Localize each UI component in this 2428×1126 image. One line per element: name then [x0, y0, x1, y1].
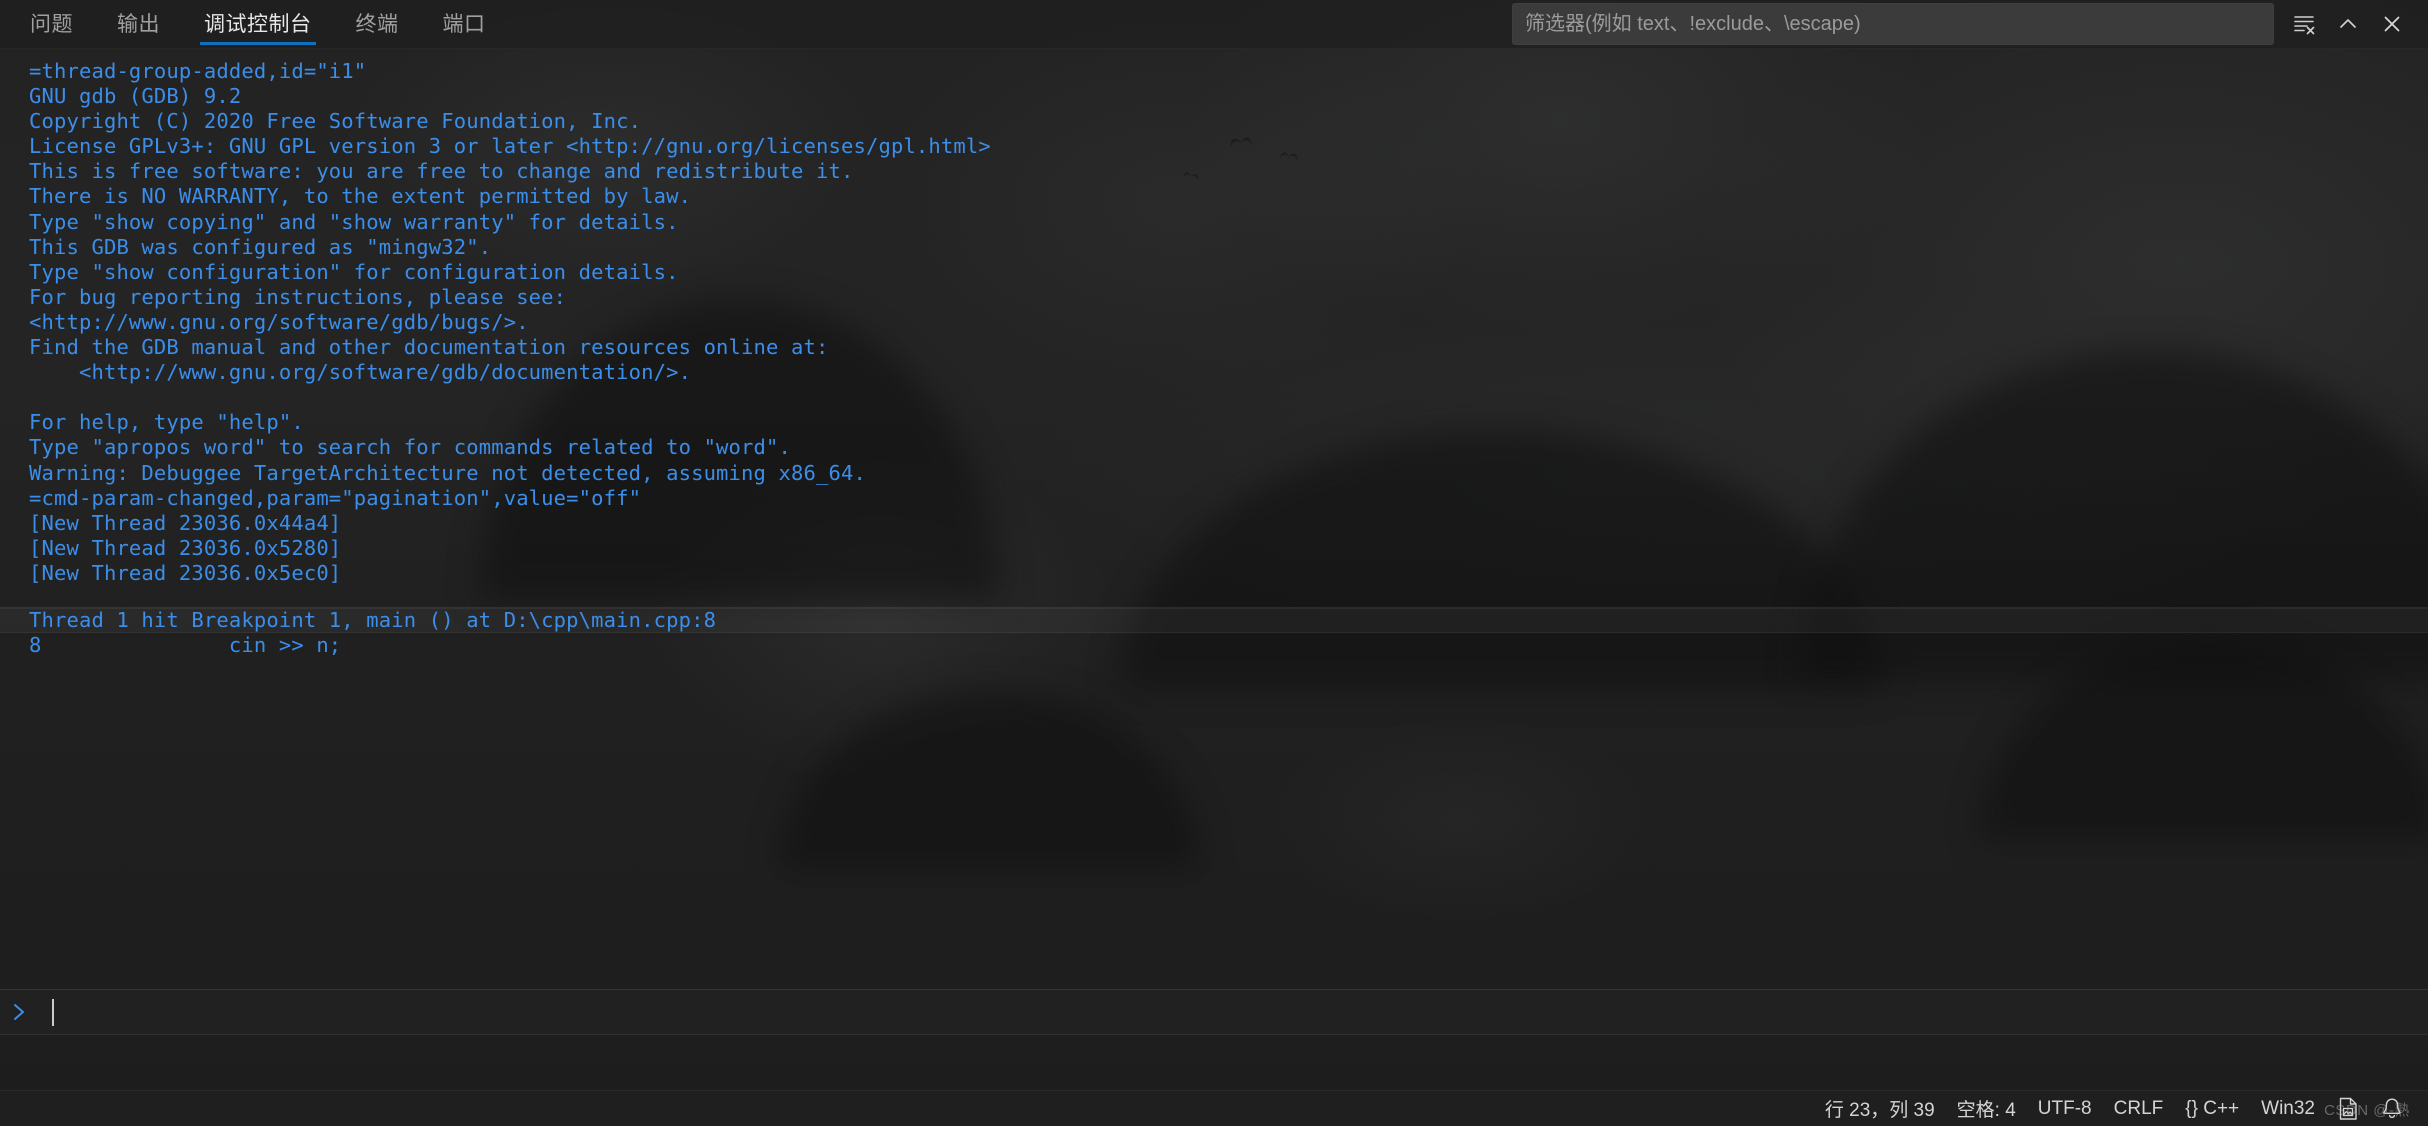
status-indentation[interactable]: 空格: 4	[1946, 1091, 2027, 1126]
panel-header-spacer	[508, 0, 1513, 48]
console-line: Find the GDB manual and other documentat…	[29, 335, 829, 360]
console-line: Warning: Debuggee TargetArchitecture not…	[29, 460, 866, 485]
maximize-panel-button[interactable]	[2328, 4, 2368, 44]
console-line: This is free software: you are free to c…	[29, 159, 854, 184]
debug-console-input[interactable]	[34, 990, 2428, 1034]
console-line-group-breakpoint: Thread 1 hit Breakpoint 1, main () at D:…	[0, 607, 2428, 658]
console-line: =cmd-param-changed,param="pagination",va…	[29, 485, 642, 510]
status-notifications-button[interactable]	[2370, 1091, 2414, 1126]
panel-header: 问题 输出 调试控制台 终端 端口	[0, 0, 2428, 49]
console-line: For bug reporting instructions, please s…	[29, 284, 567, 309]
filter-box[interactable]	[1512, 3, 2274, 45]
status-platform-label: Win32	[2261, 1097, 2315, 1119]
tab-label: 端口	[442, 12, 486, 36]
close-icon	[2380, 12, 2404, 36]
console-line-group-main: =thread-group-added,id="i1" GNU gdb (GDB…	[0, 49, 2428, 586]
breakpoint-source-line: 8 cin >> n;	[29, 633, 342, 658]
tab-output[interactable]: 输出	[95, 0, 182, 48]
console-line: <http://www.gnu.org/software/gdb/documen…	[29, 360, 692, 385]
console-line: [New Thread 23036.0x5ec0]	[29, 560, 342, 585]
tab-terminal[interactable]: 终端	[334, 0, 421, 48]
clear-console-button[interactable]	[2284, 4, 2324, 44]
console-line: Type "apropos word" to search for comman…	[29, 435, 792, 460]
status-encoding-label: UTF-8	[2037, 1097, 2092, 1119]
bell-icon	[2381, 1097, 2403, 1121]
chevron-up-icon	[2336, 12, 2360, 36]
console-line: GNU gdb (GDB) 9.2	[29, 84, 242, 109]
close-panel-button[interactable]	[2372, 4, 2412, 44]
console-line: [New Thread 23036.0x5280]	[29, 535, 342, 560]
status-editor-position-label: 行 23，列 39	[1824, 1100, 1935, 1121]
status-language-mode[interactable]: {} C++	[2174, 1091, 2250, 1126]
status-eol[interactable]: CRLF	[2103, 1091, 2175, 1126]
status-indentation-label: 空格: 4	[1956, 1100, 2016, 1121]
panel-actions	[2284, 4, 2428, 44]
tab-label: 输出	[117, 12, 160, 36]
prompt-chevron-icon	[4, 1001, 34, 1023]
tab-debug-console[interactable]: 调试控制台	[182, 0, 334, 48]
console-line: This GDB was configured as "mingw32".	[29, 234, 492, 259]
console-line: <http://www.gnu.org/software/gdb/bugs/>.	[29, 309, 529, 334]
clear-console-icon	[2292, 12, 2316, 36]
console-line: For help, type "help".	[29, 410, 304, 435]
console-line: Type "show copying" and "show warranty" …	[29, 209, 679, 234]
console-line: =thread-group-added,id="i1"	[29, 59, 367, 83]
console-line: There is NO WARRANTY, to the extent perm…	[29, 184, 692, 209]
status-bar: 行 23，列 39 空格: 4 UTF-8 CRLF {} C++ Win32	[0, 1090, 2428, 1126]
console-line: License GPLv3+: GNU GPL version 3 or lat…	[29, 134, 991, 159]
text-cursor	[52, 998, 54, 1026]
console-line: [New Thread 23036.0x44a4]	[29, 510, 342, 535]
tab-label: 问题	[30, 12, 73, 36]
debug-console-input-row[interactable]	[0, 989, 2428, 1035]
status-screenshot-button[interactable]	[2326, 1091, 2370, 1126]
tab-ports[interactable]: 端口	[421, 0, 508, 48]
tab-label: 终端	[355, 12, 399, 36]
screenshot-file-icon	[2337, 1097, 2359, 1121]
panel-tabs: 问题 输出 调试控制台 终端 端口	[0, 0, 508, 48]
status-editor-position[interactable]: 行 23，列 39	[1814, 1091, 1946, 1126]
breakpoint-hit-line: Thread 1 hit Breakpoint 1, main () at D:…	[0, 607, 2428, 634]
status-platform[interactable]: Win32	[2250, 1091, 2326, 1126]
filter-input[interactable]	[1525, 12, 2261, 36]
console-line: Type "show configuration" for configurat…	[29, 259, 679, 284]
status-eol-label: CRLF	[2113, 1097, 2164, 1119]
vscode-debug-console-window: 问题 输出 调试控制台 终端 端口 筛选器(例如 text、!exclude、\…	[0, 0, 2428, 1126]
console-line: Copyright (C) 2020 Free Software Foundat…	[29, 109, 642, 134]
status-language-mode-label: {} C++	[2185, 1097, 2240, 1119]
status-encoding[interactable]: UTF-8	[2027, 1091, 2103, 1126]
tab-label: 调试控制台	[204, 12, 312, 36]
debug-console-output[interactable]: =thread-group-added,id="i1" GNU gdb (GDB…	[0, 49, 2428, 1035]
tab-problems[interactable]: 问题	[8, 0, 95, 48]
